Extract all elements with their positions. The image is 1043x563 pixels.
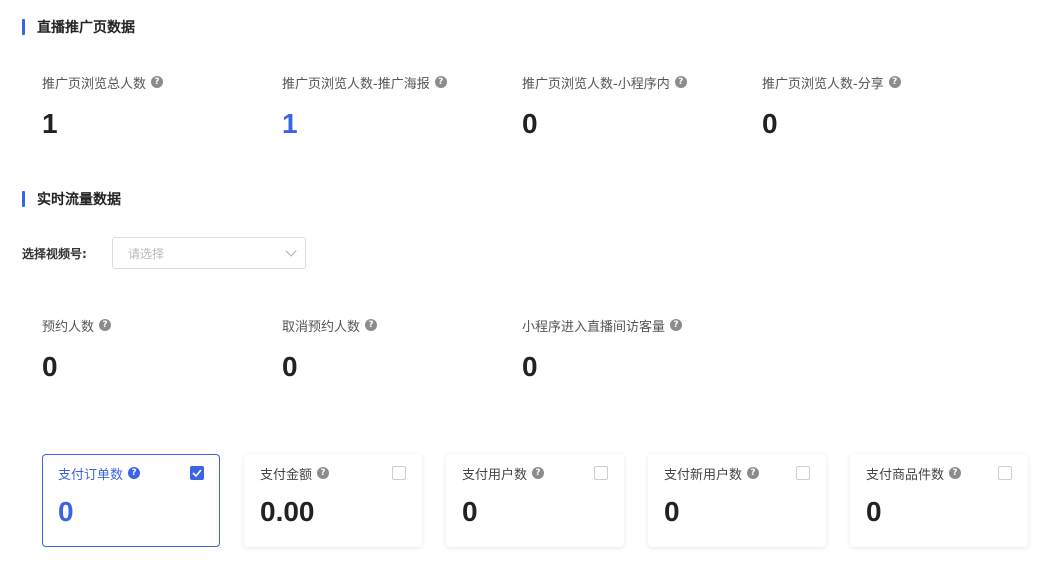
help-icon[interactable]: ? [128, 467, 141, 479]
metric-promo-total-viewers: 推广页浏览总人数? 1 [42, 72, 272, 140]
card-label: 支付用户数 [462, 467, 528, 483]
card-paid-amount[interactable]: 支付金额? 0.00 [244, 454, 422, 547]
chevron-down-icon [285, 245, 297, 257]
card-paid-items[interactable]: 支付商品件数? 0 [850, 454, 1028, 547]
promo-section-title: 直播推广页数据 [22, 18, 135, 36]
card-checkbox[interactable] [594, 466, 608, 480]
help-icon[interactable]: ? [99, 319, 112, 331]
metric-value: 0 [522, 351, 538, 382]
card-label: 支付金额 [260, 467, 313, 483]
metric-label: 预约人数 [42, 319, 95, 335]
help-icon[interactable]: ? [888, 76, 901, 88]
card-paid-orders[interactable]: 支付订单数? 0 [42, 454, 220, 547]
help-icon[interactable]: ? [949, 467, 962, 479]
metric-promo-miniprogram-viewers: 推广页浏览人数-小程序内? 0 [522, 72, 752, 140]
channel-select-row: 选择视频号: 请选择 [22, 237, 306, 269]
help-icon[interactable]: ? [365, 319, 378, 331]
channel-select[interactable]: 请选择 [112, 237, 306, 269]
promo-section-title-text: 直播推广页数据 [37, 20, 135, 36]
card-checkbox[interactable] [190, 466, 204, 480]
help-icon[interactable]: ? [532, 467, 545, 479]
card-label: 支付新用户数 [664, 467, 743, 483]
section-accent-bar [22, 19, 25, 35]
metric-value-link[interactable]: 1 [282, 108, 512, 140]
card-paid-users[interactable]: 支付用户数? 0 [446, 454, 624, 547]
help-icon[interactable]: ? [674, 76, 687, 88]
card-paid-new-users[interactable]: 支付新用户数? 0 [648, 454, 826, 547]
help-icon[interactable]: ? [151, 76, 164, 88]
help-icon[interactable]: ? [317, 467, 330, 479]
metric-value: 0 [282, 351, 298, 382]
metric-value: 0 [42, 351, 58, 382]
card-value: 0 [866, 496, 882, 527]
metric-value: 0 [762, 108, 778, 139]
card-checkbox[interactable] [796, 466, 810, 480]
card-checkbox[interactable] [998, 466, 1012, 480]
metric-label: 推广页浏览总人数 [42, 76, 147, 92]
metric-value: 1 [42, 108, 58, 139]
help-icon[interactable]: ? [670, 319, 683, 331]
metric-label: 推广页浏览人数-推广海报 [282, 76, 430, 92]
traffic-section-title: 实时流量数据 [22, 190, 121, 208]
card-value: 0 [664, 496, 680, 527]
metric-label: 推广页浏览人数-分享 [762, 76, 884, 92]
channel-select-label: 选择视频号: [22, 246, 87, 261]
checkmark-icon [192, 469, 202, 477]
section-accent-bar [22, 191, 25, 207]
metric-label: 取消预约人数 [282, 319, 361, 335]
channel-select-placeholder: 请选择 [128, 246, 165, 261]
metric-reservations: 预约人数? 0 [42, 315, 272, 383]
card-value: 0 [58, 496, 74, 527]
metric-miniprogram-live-visitors: 小程序进入直播间访客量? 0 [522, 315, 752, 383]
card-value: 0 [462, 496, 478, 527]
metric-cancelled-reservations: 取消预约人数? 0 [282, 315, 512, 383]
metric-value: 0 [522, 108, 538, 139]
traffic-section-title-text: 实时流量数据 [37, 192, 121, 208]
help-icon[interactable]: ? [434, 76, 447, 88]
help-icon[interactable]: ? [747, 467, 760, 479]
metric-promo-poster-viewers: 推广页浏览人数-推广海报? 1 [282, 72, 512, 140]
metric-label: 小程序进入直播间访客量 [522, 319, 666, 335]
card-label: 支付订单数 [58, 467, 124, 483]
card-label: 支付商品件数 [866, 467, 945, 483]
card-value: 0.00 [260, 496, 315, 527]
card-checkbox[interactable] [392, 466, 406, 480]
metric-label: 推广页浏览人数-小程序内 [522, 76, 670, 92]
metric-promo-share-viewers: 推广页浏览人数-分享? 0 [762, 72, 992, 140]
